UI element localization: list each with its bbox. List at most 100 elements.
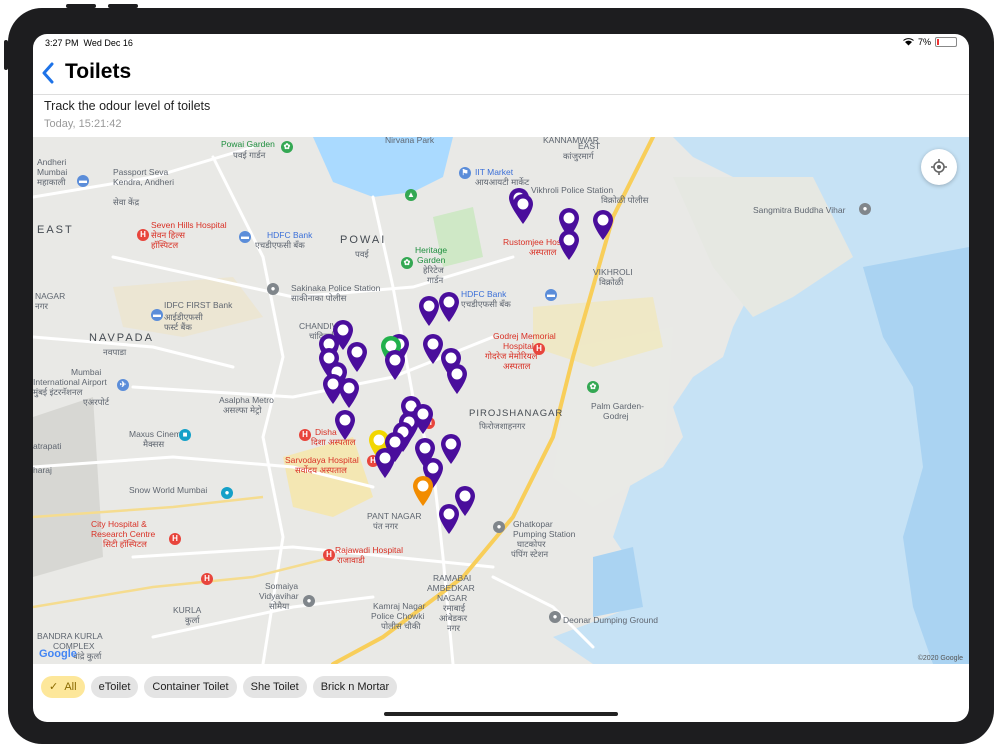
map-label: सोमैया [269, 601, 290, 611]
toilet-marker-pin[interactable] [334, 409, 356, 441]
status-right: 7% [903, 37, 957, 47]
map-label: सर्वोदय अस्पताल [295, 465, 347, 475]
filter-chip-she-toilet[interactable]: She Toilet [242, 676, 307, 698]
map-label: Passport Seva [113, 167, 169, 177]
toilet-marker-pin[interactable] [412, 475, 434, 507]
toilet-marker-pin[interactable] [346, 341, 368, 373]
map-label: PANT NAGAR [367, 511, 422, 521]
map-label: Godrej Memorial [493, 331, 556, 341]
map-label: राजावाडी [337, 555, 365, 565]
bank-icon: ▬ [151, 309, 163, 321]
filter-chip-container-toilet[interactable]: Container Toilet [144, 676, 237, 698]
place-icon: ● [303, 595, 315, 607]
chevron-left-icon[interactable] [41, 62, 55, 84]
map-label: फिरोजशाहनगर [479, 421, 526, 431]
map-label: Maxus Cinema [129, 429, 186, 439]
park-icon: ✿ [281, 141, 293, 153]
map-label: Kendra, Andheri [113, 177, 174, 187]
toilet-marker-pin[interactable] [418, 295, 440, 327]
google-logo: Google [39, 648, 77, 660]
map-label: Police Chowki [371, 611, 425, 621]
map-label: पंत नगर [373, 521, 399, 531]
map-label: आंबेडकर [439, 613, 468, 623]
place-icon: ● [493, 521, 505, 533]
shopping-icon: ⚑ [459, 167, 471, 179]
map-label: हॉस्पिटल [151, 240, 179, 250]
map-label: आईडीएफसी [164, 312, 203, 322]
place-icon: ● [859, 203, 871, 215]
map-label: Powai Garden [221, 139, 275, 149]
toilet-marker-pin[interactable] [438, 291, 460, 323]
last-updated: Today, 15:21:42 [44, 118, 122, 130]
wifi-icon [903, 38, 914, 46]
map-label: Hospital [503, 341, 534, 351]
hospital-icon: H [169, 533, 181, 545]
map-label: सिटी हॉस्पिटल [103, 539, 147, 549]
hospital-icon: H [533, 343, 545, 355]
map-base [33, 137, 969, 664]
map-label: Palm Garden- [591, 401, 644, 411]
map-label: विक्रोळी [599, 277, 624, 287]
map-label: वांद्रे कुर्ला [73, 651, 102, 661]
map-view[interactable]: Powai Garden पवई गार्डन Nirvana Park IIT… [33, 137, 969, 664]
map-label: Heritage [415, 245, 448, 255]
map-label: Mumbai [71, 367, 102, 377]
map-label: Garden [417, 255, 446, 265]
map-label: VIKHROLI [593, 267, 633, 277]
battery-percent: 7% [917, 37, 931, 47]
map-label: Seven Hills Hospital [151, 220, 227, 230]
page-subtitle: Track the odour level of toilets [44, 99, 211, 113]
map-label: पंपिंग स्टेशन [511, 549, 549, 559]
map-label: एचडीएफसी बँक [255, 240, 305, 250]
status-bar: 3:27 PM Wed Dec 16 7% [33, 34, 969, 52]
map-label: पवई गार्डन [233, 150, 266, 160]
toilet-marker-pin[interactable] [558, 229, 580, 261]
map-label: साकीनाका पोलीस [291, 293, 347, 303]
map-label: हेरिटेज [423, 265, 444, 275]
police-icon: ● [267, 283, 279, 295]
toilet-marker-pin[interactable] [592, 209, 614, 241]
toilet-marker-pin[interactable] [512, 193, 534, 225]
filter-chip-etoilet[interactable]: eToilet [90, 676, 139, 698]
hospital-icon: H [323, 549, 335, 561]
map-label: haraj [33, 465, 52, 475]
map-label: एअरपोर्ट [83, 397, 109, 407]
toilet-marker-pin[interactable] [438, 503, 460, 535]
toilet-marker-pin[interactable] [322, 373, 344, 405]
map-label: AMBEDKAR [427, 583, 475, 593]
map-label: फर्स्ट बैंक [164, 322, 192, 332]
map-label: नवपाडा [103, 347, 127, 357]
toilet-marker-pin[interactable] [446, 363, 468, 395]
map-label: नगर [35, 301, 48, 311]
toilet-marker-pin[interactable] [384, 349, 406, 381]
hospital-icon: H [299, 429, 311, 441]
nav-bar: Toilets [33, 54, 969, 94]
map-label: Rajawadi Hospital [335, 545, 404, 555]
map-label: गार्डन [427, 275, 444, 285]
map-label: NAGAR [437, 593, 468, 603]
crosshair-icon [931, 159, 947, 175]
toilet-marker-pin[interactable] [374, 447, 396, 479]
filter-chips: ✓ All eToilet Container Toilet She Toile… [41, 676, 398, 698]
filter-chip-brick-n-mortar[interactable]: Brick n Mortar [312, 676, 398, 698]
cinema-icon: ■ [179, 429, 191, 441]
hospital-icon: H [201, 573, 213, 585]
side-button [4, 40, 8, 70]
my-location-button[interactable] [921, 149, 957, 185]
map-label: atrapati [33, 441, 62, 451]
map-label: KURLA [173, 605, 202, 615]
map-label: पवई [355, 249, 369, 259]
filter-chip-all[interactable]: ✓ All [41, 676, 85, 698]
map-label: International Airport [33, 377, 107, 387]
top-button-2 [108, 4, 138, 8]
map-label: HDFC Bank [461, 289, 507, 299]
home-indicator [384, 712, 618, 716]
battery-icon [935, 37, 957, 47]
hospital-icon: H [137, 229, 149, 241]
map-label: Sangmitra Buddha Vihar [753, 205, 846, 215]
map-label: IDFC FIRST Bank [164, 300, 233, 310]
bank-icon: ▬ [239, 231, 251, 243]
map-label: कुर्ला [185, 615, 200, 625]
map-label: नगर [447, 623, 460, 633]
divider [33, 94, 969, 95]
